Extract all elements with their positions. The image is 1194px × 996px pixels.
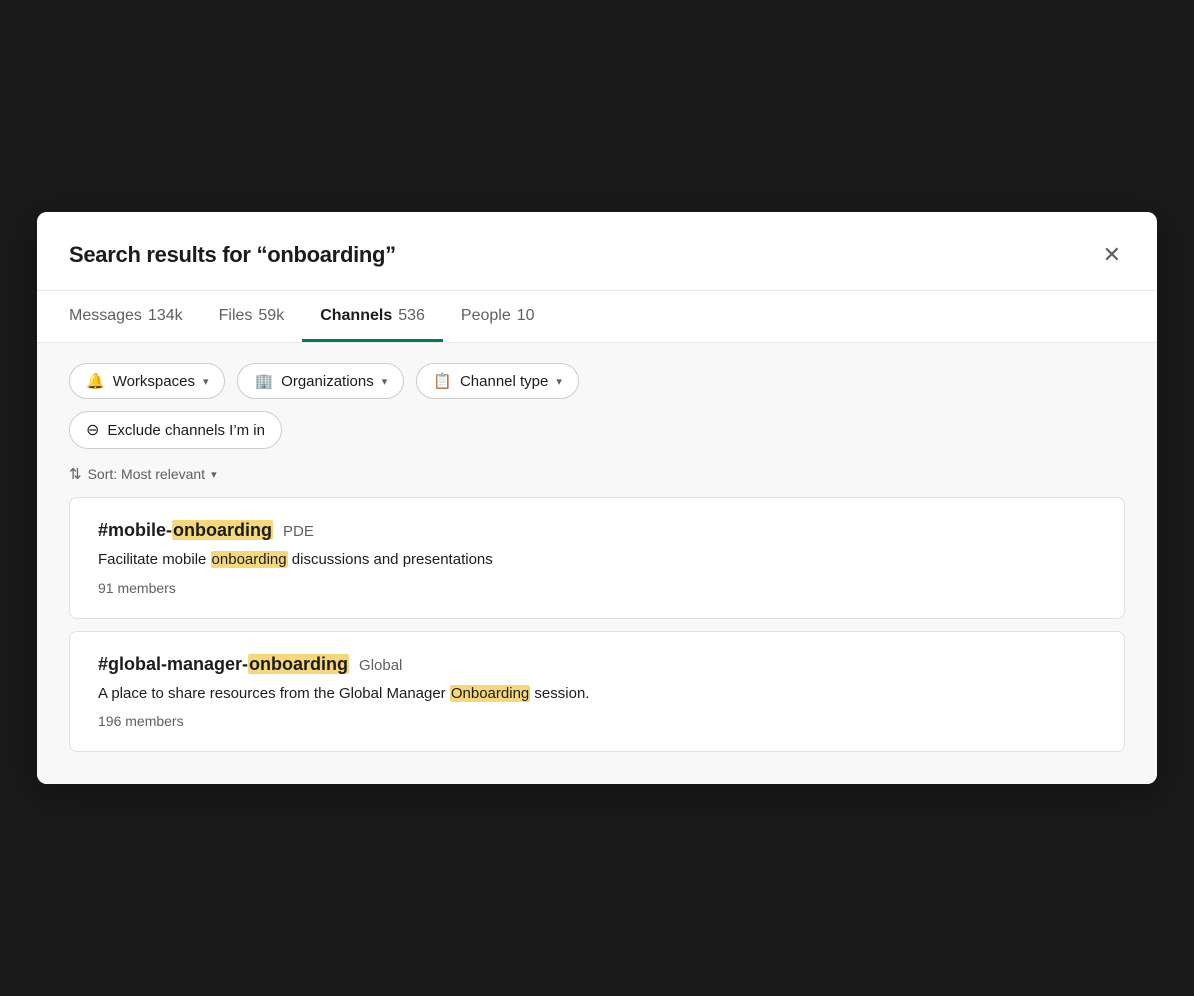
filter-workspaces-button[interactable]: 🔔 Workspaces ▾ [69, 363, 225, 399]
tab-messages[interactable]: Messages 134k [69, 291, 201, 342]
exclude-icon: ⊖ [86, 420, 99, 440]
hash-icon: # [98, 654, 108, 674]
channel-highlight: onboarding [248, 654, 349, 674]
result-card-result1[interactable]: #mobile-onboarding PDE Facilitate mobile… [69, 497, 1125, 619]
tab-files[interactable]: Files 59k [201, 291, 303, 342]
tab-label-channels: Channels [320, 307, 392, 325]
hash-icon: # [98, 520, 108, 540]
filters-row-1: 🔔 Workspaces ▾ 🏢 Organizations ▾ 📋 Channel type… [69, 363, 1125, 399]
modal-header: Search results for “onboarding” ✕ [37, 212, 1157, 291]
tab-channels[interactable]: Channels 536 [302, 291, 443, 342]
result-title-row: #global-manager-onboarding Global [98, 654, 1096, 675]
result-card-result2[interactable]: #global-manager-onboarding Global A plac… [69, 631, 1125, 753]
desc-highlight: onboarding [211, 551, 288, 568]
tab-label-files: Files [219, 307, 253, 325]
search-results-modal: Search results for “onboarding” ✕ Messag… [37, 212, 1157, 784]
chevron-channel_type-icon: ▾ [556, 375, 562, 388]
close-icon: ✕ [1103, 244, 1121, 266]
desc-highlight: Onboarding [450, 685, 530, 702]
result-org: Global [359, 657, 402, 674]
organizations-icon: 🏢 [254, 372, 273, 390]
chevron-workspaces-icon: ▾ [203, 375, 209, 388]
tab-people[interactable]: People 10 [443, 291, 553, 342]
result-desc: Facilitate mobile onboarding discussions… [98, 549, 1096, 572]
tab-count-messages: 134k [148, 307, 183, 325]
filter-label-organizations: Organizations [281, 373, 374, 390]
tabs-row: Messages 134k Files 59k Channels 536 People 10 [37, 291, 1157, 343]
workspaces-icon: 🔔 [86, 372, 105, 390]
exclude-channels-button[interactable]: ⊖ Exclude channels I’m in [69, 411, 282, 449]
tab-count-people: 10 [517, 307, 535, 325]
result-channel-name: #global-manager-onboarding [98, 654, 349, 675]
filter-channel_type-button[interactable]: 📋 Channel type ▾ [416, 363, 579, 399]
tab-count-channels: 536 [398, 307, 425, 325]
filters-row-2: ⊖ Exclude channels I’m in [69, 411, 1125, 449]
modal-title: Search results for “onboarding” [69, 242, 396, 268]
tab-label-messages: Messages [69, 307, 142, 325]
channel-type-icon: 📋 [433, 372, 452, 390]
sort-icon: ⇅ [69, 465, 82, 483]
tab-label-people: People [461, 307, 511, 325]
result-channel-name: #mobile-onboarding [98, 520, 273, 541]
result-desc: A place to share resources from the Glob… [98, 683, 1096, 706]
filter-label-channel_type: Channel type [460, 373, 548, 390]
sort-chevron-icon: ▾ [211, 468, 217, 481]
channel-highlight: onboarding [172, 520, 273, 540]
result-members: 196 members [98, 713, 1096, 729]
filter-organizations-button[interactable]: 🏢 Organizations ▾ [237, 363, 404, 399]
filters-area: 🔔 Workspaces ▾ 🏢 Organizations ▾ 📋 Channel type… [37, 343, 1157, 497]
sort-label: Sort: Most relevant [88, 466, 206, 482]
result-org: PDE [283, 523, 314, 540]
result-members: 91 members [98, 580, 1096, 596]
results-area: #mobile-onboarding PDE Facilitate mobile… [37, 497, 1157, 784]
close-button[interactable]: ✕ [1099, 240, 1125, 270]
sort-row[interactable]: ⇅ Sort: Most relevant ▾ [69, 465, 1125, 497]
tab-count-files: 59k [258, 307, 284, 325]
filter-label-workspaces: Workspaces [113, 373, 195, 390]
exclude-label: Exclude channels I’m in [107, 422, 265, 439]
chevron-organizations-icon: ▾ [382, 375, 388, 388]
result-title-row: #mobile-onboarding PDE [98, 520, 1096, 541]
